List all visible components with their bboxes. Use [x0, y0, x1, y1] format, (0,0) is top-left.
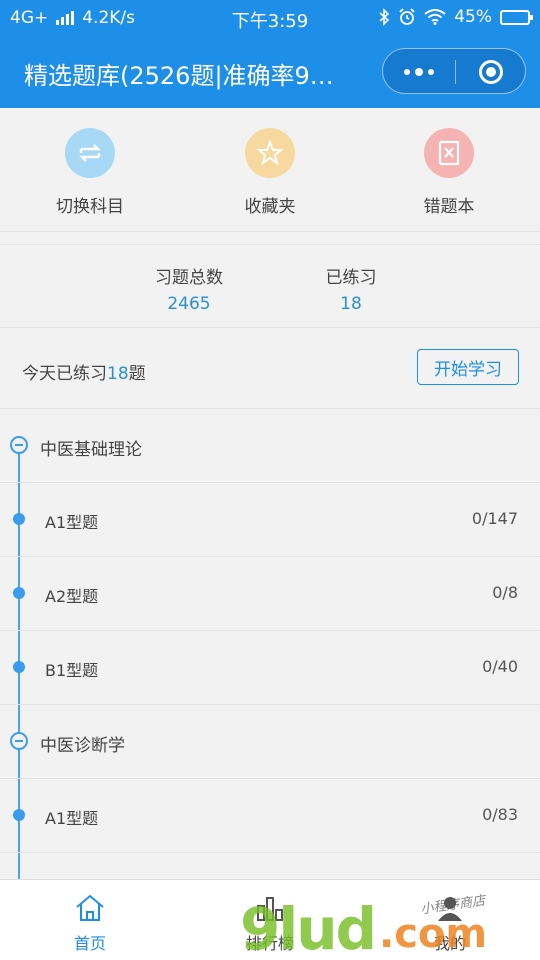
- page-title: 精选题库(2526题|准确率9…: [24, 62, 334, 90]
- practiced-stat: 已练习 18: [281, 263, 421, 314]
- timeline-dot: [13, 513, 25, 525]
- battery-icon: [500, 9, 533, 25]
- today-suffix: 题: [128, 364, 146, 384]
- timeline-dot: [13, 661, 25, 673]
- star-icon: [245, 128, 295, 178]
- collapse-icon[interactable]: [10, 732, 28, 750]
- wrong-questions-button[interactable]: 错题本: [389, 128, 509, 217]
- watermark-suffix: .com: [379, 911, 488, 957]
- quick-actions: 切换科目 收藏夹 错题本: [0, 108, 540, 232]
- progress-count: 0/8: [492, 583, 518, 602]
- bluetooth-icon: [379, 8, 390, 26]
- question-type: A1型题: [45, 809, 99, 828]
- wrong-questions-label: 错题本: [423, 197, 475, 217]
- close-mini-program-icon[interactable]: [479, 60, 503, 84]
- wrong-book-icon: [424, 128, 474, 178]
- favorites-label: 收藏夹: [244, 197, 296, 217]
- list-item[interactable]: B1型题 0/40: [0, 631, 540, 705]
- tab-home[interactable]: 首页: [30, 892, 150, 954]
- wifi-icon: [424, 9, 446, 25]
- status-bar: 4G+ 4.2K/s 下午3:59 45%: [0, 0, 540, 36]
- alarm-icon: [399, 8, 415, 25]
- today-progress: 今天已练习18题 开始学习: [0, 329, 540, 409]
- more-options-icon[interactable]: [383, 49, 455, 95]
- question-type: A2型题: [45, 587, 99, 606]
- today-prefix: 今天已练习: [22, 364, 107, 384]
- watermark-main: 9lud: [240, 895, 377, 960]
- progress-count: 0/83: [482, 805, 518, 824]
- title-bar: 精选题库(2526题|准确率9…: [0, 36, 540, 108]
- mini-program-capsule: [382, 48, 526, 94]
- collapse-icon[interactable]: [10, 436, 28, 454]
- list-item[interactable]: A2型题 0/8: [0, 557, 540, 631]
- category-header[interactable]: 中医诊断学: [0, 705, 540, 779]
- practiced-value: 18: [340, 294, 362, 314]
- capsule-divider: [455, 60, 456, 84]
- home-icon: [30, 892, 150, 924]
- question-type: B1型题: [45, 661, 99, 680]
- stats-panel: 习题总数 2465 已练习 18: [0, 244, 540, 328]
- total-questions-label: 习题总数: [155, 268, 223, 288]
- category-name: 中医基础理论: [40, 440, 142, 460]
- timeline-dot: [13, 809, 25, 821]
- timeline-dot: [13, 587, 25, 599]
- battery-percent: 45%: [454, 7, 492, 27]
- tab-home-label: 首页: [73, 934, 106, 953]
- question-type: A1型题: [45, 513, 99, 532]
- favorites-button[interactable]: 收藏夹: [210, 128, 330, 217]
- list-item[interactable]: A1型题 0/83: [0, 779, 540, 853]
- today-text: 今天已练习18题: [22, 359, 146, 384]
- switch-icon: [65, 128, 115, 178]
- switch-subject-label: 切换科目: [56, 197, 124, 217]
- practiced-label: 已练习: [325, 268, 377, 288]
- total-questions-stat: 习题总数 2465: [119, 263, 259, 314]
- list-item[interactable]: A1型题 0/147: [0, 483, 540, 557]
- progress-count: 0/40: [482, 657, 518, 676]
- category-name: 中医诊断学: [40, 736, 125, 756]
- today-count: 18: [107, 364, 129, 384]
- start-study-button[interactable]: 开始学习: [417, 349, 519, 385]
- progress-count: 0/147: [471, 509, 518, 528]
- category-list: 中医基础理论 A1型题 0/147 A2型题 0/8 B1型题 0/40 中医诊断学 A1型题 0…: [0, 409, 540, 879]
- total-questions-value: 2465: [167, 294, 211, 314]
- switch-subject-button[interactable]: 切换科目: [30, 128, 150, 217]
- category-header[interactable]: 中医基础理论: [0, 409, 540, 483]
